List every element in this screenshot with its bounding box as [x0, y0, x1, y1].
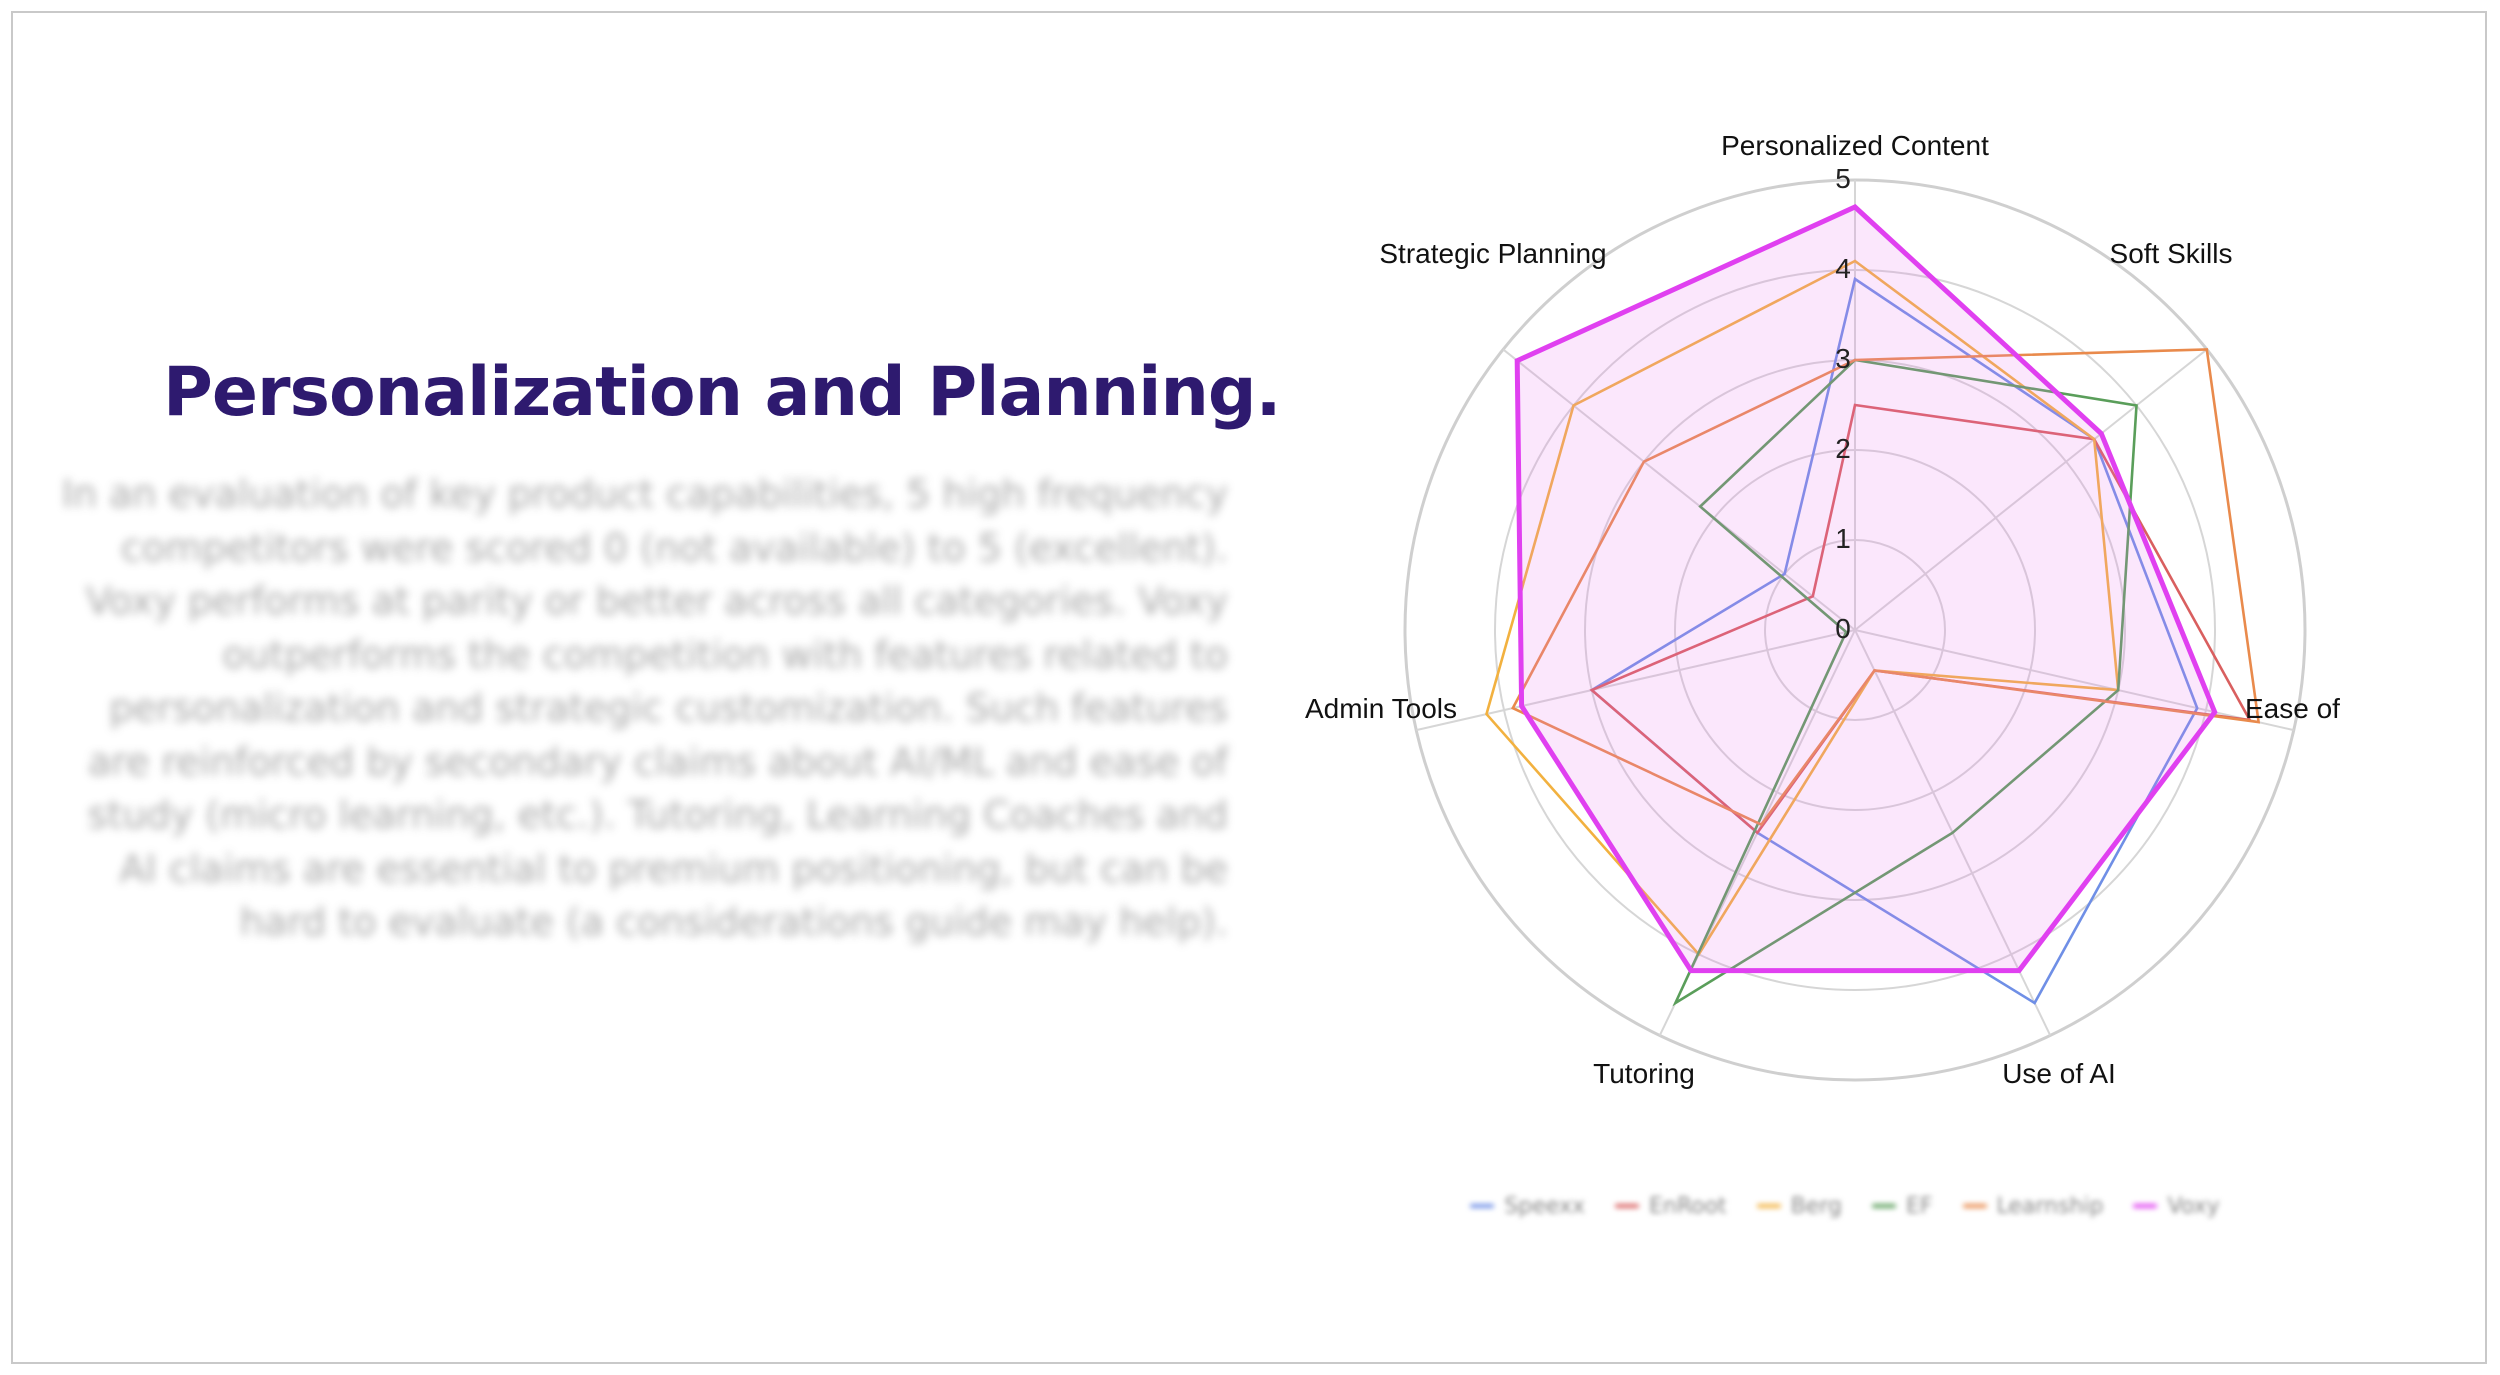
radar-chart: 0 1 2 3 4 5Personalized Content Soft Skills Eas…: [1305, 130, 2340, 1089]
slide-body-text: In an evaluation of key product capabili…: [61, 472, 1228, 944]
legend-label: EnRoot: [1648, 1193, 1727, 1219]
r-tick-label: 0: [1835, 613, 1851, 644]
axis-label-use-of-ai: Use of AI: [2002, 1058, 2116, 1089]
legend-item: Speexx: [1470, 1194, 1585, 1219]
r-tick-label: 3: [1835, 343, 1851, 374]
legend-item: Learnship: [1962, 1193, 2104, 1219]
legend-item: EF: [1871, 1193, 1933, 1219]
axis-label-personalized-content: Personalized Content: [1721, 130, 1989, 161]
axis-label-soft-skills: Soft Skills: [2110, 238, 2233, 269]
legend-swatch: [2133, 1204, 2158, 1208]
legend-label: Berg: [1790, 1193, 1842, 1219]
legend-label: Learnship: [1996, 1193, 2104, 1219]
legend-label: EF: [1905, 1193, 1933, 1219]
r-tick-label: 2: [1835, 433, 1851, 464]
legend-item: EnRoot: [1614, 1193, 1727, 1219]
chart-legend: Speexx EnRoot Berg EF Learnship Voxy: [1415, 1184, 2275, 1228]
axis-label-strategic-planning: Strategic Planning: [1379, 238, 1606, 269]
r-tick-label: 1: [1835, 523, 1851, 554]
axis-label-admin-tools: Admin Tools: [1305, 693, 1457, 724]
slide-title: Personalization and Planning.: [163, 353, 1281, 432]
legend-swatch: [1470, 1204, 1495, 1208]
legend-item: Voxy: [2133, 1193, 2220, 1219]
r-tick-label: 4: [1835, 253, 1851, 284]
series-line-voxy: [1514, 204, 2218, 974]
legend-swatch: [1871, 1204, 1896, 1208]
legend-item: Berg: [1756, 1193, 1842, 1219]
axis-label-ease-of-study: Ease of Study: [2245, 693, 2340, 724]
legend-label: Voxy: [2167, 1193, 2220, 1219]
legend-label: Speexx: [1504, 1193, 1585, 1219]
legend-swatch: [1962, 1204, 1987, 1208]
legend-swatch: [1614, 1204, 1639, 1208]
legend-swatch: [1756, 1204, 1781, 1208]
axis-label-tutoring: Tutoring: [1593, 1058, 1695, 1089]
r-tick-label: 5: [1835, 163, 1851, 194]
